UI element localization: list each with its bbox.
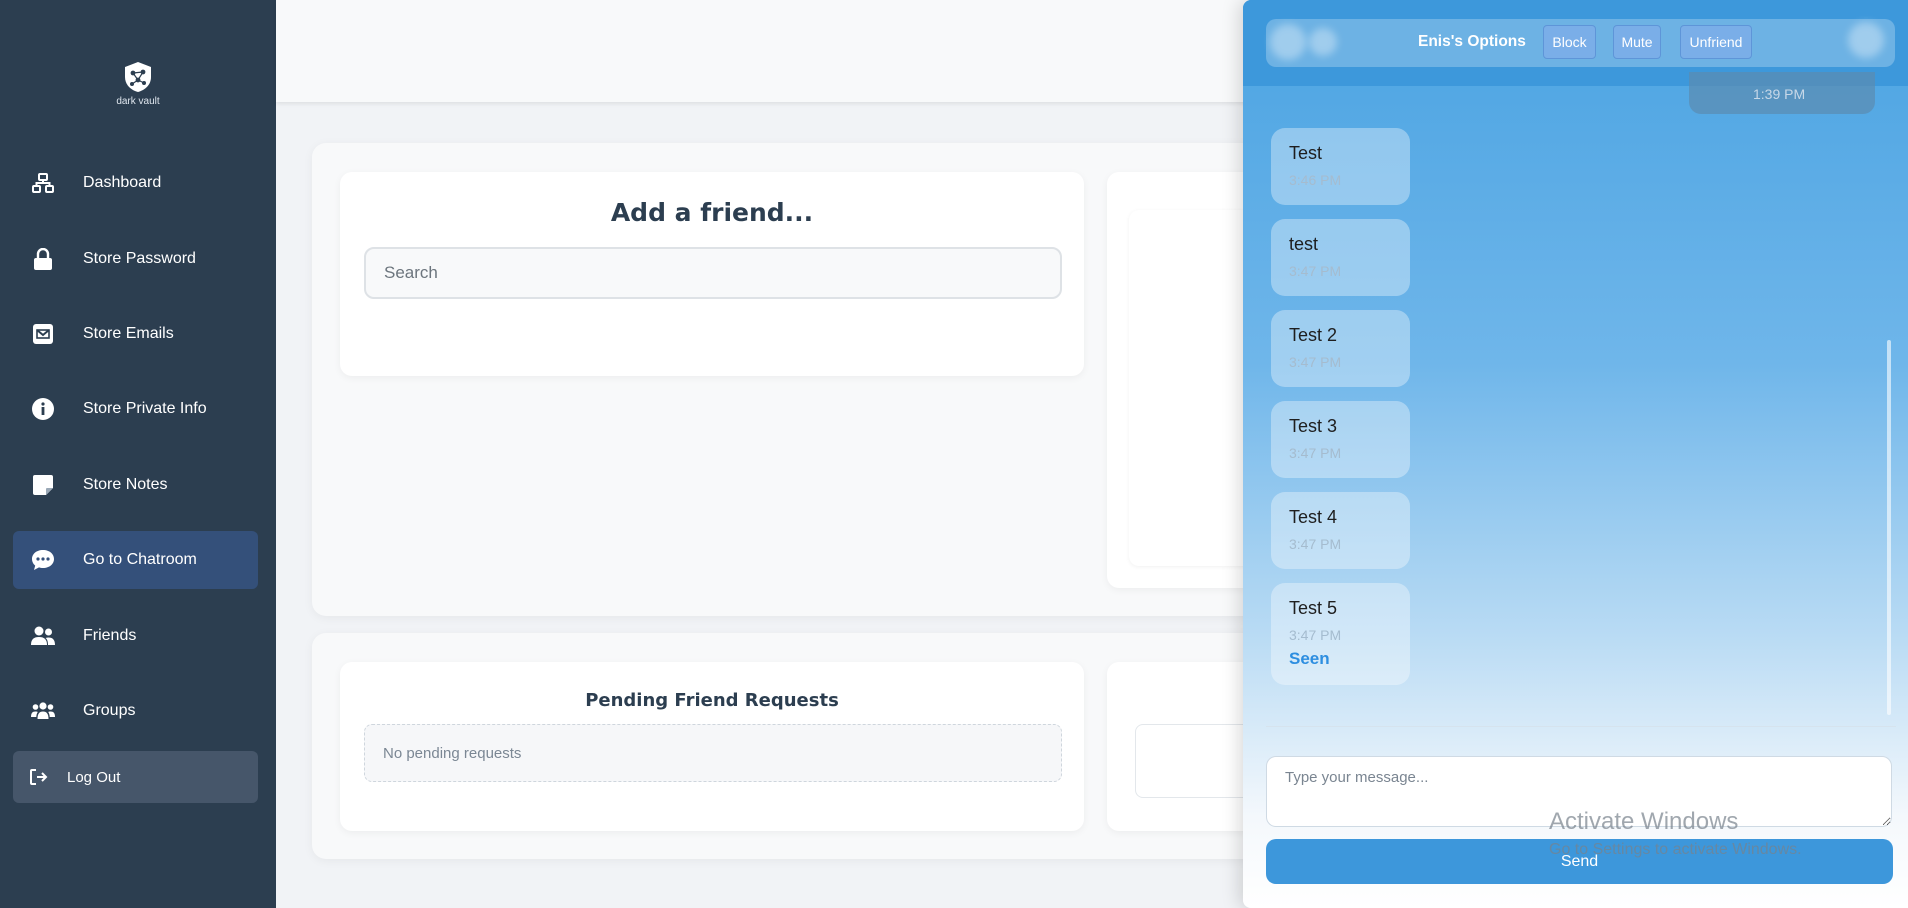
- message-bubble: Test 4 3:47 PM: [1271, 492, 1410, 569]
- sidebar-item-store-notes[interactable]: Store Notes: [13, 456, 258, 514]
- message-bubble: Test 3 3:47 PM: [1271, 401, 1410, 478]
- message-bubble: test 3:47 PM: [1271, 219, 1410, 296]
- mute-button[interactable]: Mute: [1613, 25, 1661, 59]
- sidebar-item-label: Dashboard: [83, 174, 162, 191]
- activate-windows-title: Activate Windows: [1549, 808, 1739, 835]
- sitemap-icon: [29, 173, 57, 193]
- message-text: Test 3: [1289, 416, 1338, 436]
- sidebar-item-label: Store Notes: [83, 476, 168, 493]
- sidebar-item-store-private-info[interactable]: Store Private Info: [13, 380, 258, 438]
- contact-avatar[interactable]: [1270, 24, 1306, 60]
- message-time: 1:39 PM: [1753, 86, 1806, 102]
- sidebar-item-label: Groups: [83, 702, 136, 719]
- pending-requests-card: Pending Friend Requests No pending reque…: [340, 662, 1084, 831]
- message-text: Test: [1289, 143, 1323, 163]
- pending-requests-empty: No pending requests: [364, 724, 1062, 782]
- add-friend-card: Add a friend...: [340, 172, 1084, 376]
- logout-button[interactable]: Log Out: [13, 751, 258, 803]
- block-button[interactable]: Block: [1543, 25, 1596, 59]
- unfriend-button[interactable]: Unfriend: [1680, 25, 1752, 59]
- logo-text: dark vault: [116, 96, 160, 107]
- friend-search-input[interactable]: [364, 247, 1062, 299]
- seen-status: Seen: [1289, 649, 1330, 668]
- options-title: Enis's Options: [1418, 33, 1526, 50]
- message-time: 3:46 PM: [1289, 172, 1342, 188]
- envelope-icon: [29, 324, 57, 344]
- sign-out-icon: [29, 769, 49, 785]
- sidebar-item-dashboard[interactable]: Dashboard: [13, 154, 258, 212]
- sidebar-item-label: Store Private Info: [83, 400, 207, 417]
- sidebar-item-friends[interactable]: Friends: [13, 607, 258, 665]
- chat-divider: [1266, 726, 1896, 727]
- message-time: 3:47 PM: [1289, 263, 1342, 279]
- message-text: Test 4: [1289, 507, 1338, 527]
- pending-requests-title: Pending Friend Requests: [585, 690, 839, 711]
- sidebar-item-store-emails[interactable]: Store Emails: [13, 305, 258, 363]
- add-friend-title: Add a friend...: [610, 198, 814, 227]
- close-icon[interactable]: [1848, 22, 1884, 58]
- message-text: Test 5: [1289, 598, 1338, 618]
- info-circle-icon: [29, 398, 57, 420]
- chat-window: Enis's Options Block Mute Unfriend 1:39 …: [1243, 0, 1908, 908]
- sidebar-item-store-password[interactable]: Store Password: [13, 230, 258, 288]
- sidebar-item-chatroom[interactable]: Go to Chatroom: [13, 531, 258, 589]
- sidebar-item-groups[interactable]: Groups: [13, 682, 258, 740]
- sidebar-item-label: Go to Chatroom: [83, 551, 197, 568]
- sticky-note-icon: [29, 475, 57, 495]
- message-bubble: Test 5 3:47 PM Seen: [1271, 583, 1410, 685]
- message-time: 3:47 PM: [1289, 536, 1342, 552]
- contact-status-icon: [1309, 28, 1337, 56]
- sidebar-item-label: Store Emails: [83, 325, 174, 342]
- activate-windows-subtitle: Go to Settings to activate Windows.: [1549, 841, 1802, 858]
- message-bubble: Test 3:46 PM: [1271, 128, 1410, 205]
- chat-scrollbar[interactable]: [1887, 340, 1891, 715]
- users-icon: [29, 702, 57, 720]
- user-friends-icon: [29, 626, 57, 646]
- message-time: 3:47 PM: [1289, 354, 1342, 370]
- message-time: 3:47 PM: [1289, 445, 1342, 461]
- message-text: Test 2: [1289, 325, 1338, 345]
- shield-logo-icon: [125, 62, 151, 92]
- sidebar: dark vault Dashboard Store Password Stor…: [0, 0, 276, 908]
- message-bubble: Test 2 3:47 PM: [1271, 310, 1410, 387]
- sidebar-item-label: Friends: [83, 627, 137, 644]
- message-time: 3:47 PM: [1289, 627, 1342, 643]
- logout-label: Log Out: [67, 768, 121, 786]
- chat-bubble-icon: [29, 549, 57, 571]
- sidebar-item-label: Store Password: [83, 250, 196, 267]
- app-logo[interactable]: dark vault: [108, 60, 168, 107]
- lock-icon: [29, 248, 57, 270]
- message-text: test: [1289, 234, 1319, 254]
